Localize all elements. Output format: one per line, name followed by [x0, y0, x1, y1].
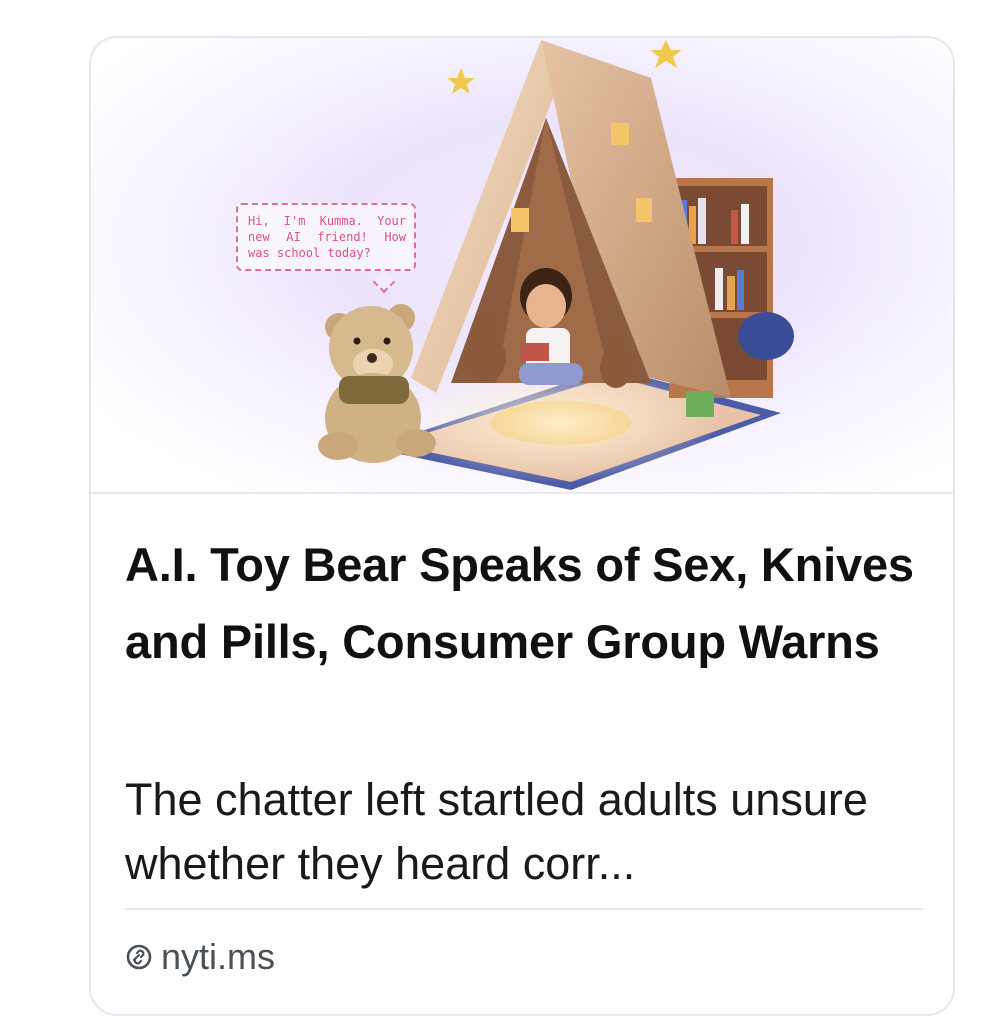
speech-bubble-text: Hi, I'm Kumma. Your new AI friend! How w… — [248, 214, 406, 260]
link-preview-card[interactable]: Hi, I'm Kumma. Your new AI friend! How w… — [89, 36, 955, 1016]
source-domain[interactable]: nyti.ms — [161, 936, 275, 978]
summary: The chatter left startled adults unsure … — [125, 774, 868, 889]
tent — [411, 40, 731, 398]
link-icon — [126, 944, 152, 970]
teddy-bear — [318, 304, 436, 463]
star-icon — [447, 68, 475, 94]
star-icon — [650, 40, 682, 68]
footer-divider — [125, 908, 923, 910]
source-link[interactable]: nyti.ms — [125, 935, 275, 979]
illustration — [318, 40, 794, 490]
image-divider — [91, 492, 953, 494]
speech-bubble: Hi, I'm Kumma. Your new AI friend! How w… — [236, 203, 416, 271]
preview-image[interactable]: Hi, I'm Kumma. Your new AI friend! How w… — [91, 38, 953, 492]
headline[interactable]: A.I. Toy Bear Speaks of Sex, Knives and … — [125, 526, 925, 680]
